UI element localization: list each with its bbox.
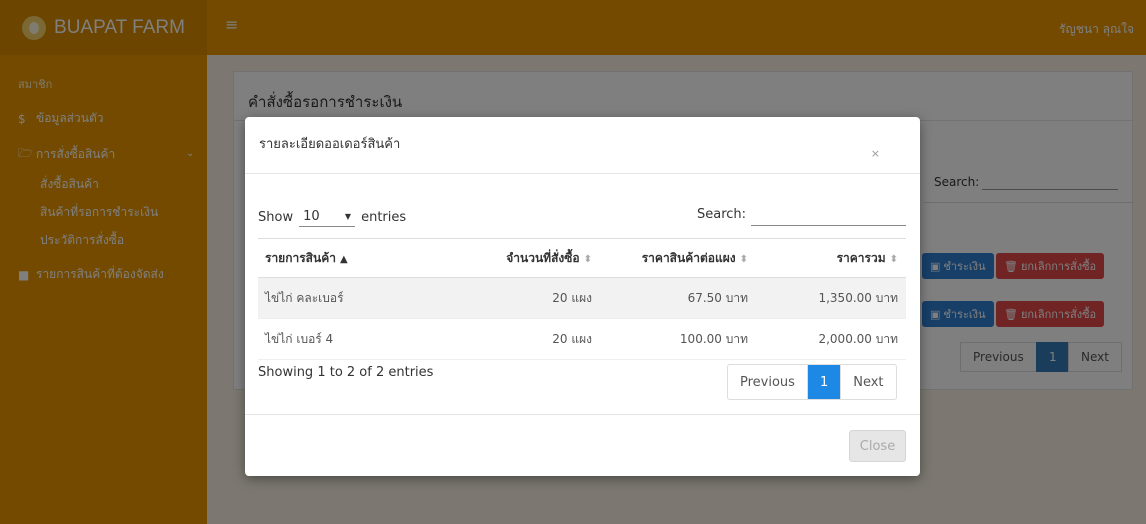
caret-down-icon: ▼ [344,212,352,221]
modal-footer: Close [245,414,920,476]
modal-title: รายละเอียดออเดอร์สินค้า [259,137,401,152]
cell-total: 1,350.00 บาท [818,290,898,305]
sort-icon: ⬍ [739,253,748,265]
cell-unit-price: 67.50 บาท [687,290,748,305]
cell-unit-price: 100.00 บาท [679,331,748,346]
order-detail-modal: รายละเอียดออเดอร์สินค้า × Show 10 ▼ entr… [245,117,920,476]
column-header-total[interactable]: ราคารวม ⬍ [756,249,906,268]
cell-quantity: 20 แผง [552,290,592,305]
sort-asc-icon: ▲ [339,253,348,265]
table-header: รายการสินค้า ▲ จำนวนที่สั่งซื้อ ⬍ ราคาสินค… [258,238,906,278]
sort-icon: ⬍ [889,253,898,265]
sort-icon: ⬍ [583,253,592,265]
table-row: ไข่ไก่ คละเบอร์ 20 แผง 67.50 บาท 1,350.0… [258,278,906,319]
modal-header: รายละเอียดออเดอร์สินค้า × [245,117,920,174]
pagination: Previous 1 Next [727,364,897,400]
entries-length-control: Show 10 ▼ entries [258,207,406,227]
column-header-unit-price[interactable]: ราคาสินค้าต่อแผง ⬍ [598,249,756,268]
next-page-button[interactable]: Next [841,365,895,399]
cell-product: ไข่ไก่ คละเบอร์ [265,290,344,305]
column-header-quantity[interactable]: จำนวนที่สั่งซื้อ ⬍ [448,249,598,268]
entries-select[interactable]: 10 ▼ [299,207,356,227]
search-input[interactable] [751,225,906,226]
cell-quantity: 20 แผง [552,331,592,346]
column-header-product[interactable]: รายการสินค้า ▲ [258,249,448,268]
page-1-button[interactable]: 1 [807,365,842,399]
table-row: ไข่ไก่ เบอร์ 4 20 แผง 100.00 บาท 2,000.0… [258,319,906,360]
cell-total: 2,000.00 บาท [818,331,898,346]
close-icon[interactable]: × [871,147,880,160]
table-info: Showing 1 to 2 of 2 entries [258,365,434,380]
previous-page-button[interactable]: Previous [728,365,808,399]
cell-product: ไข่ไก่ เบอร์ 4 [265,331,334,346]
close-button[interactable]: Close [849,430,906,462]
order-items-table: รายการสินค้า ▲ จำนวนที่สั่งซื้อ ⬍ ราคาสินค… [258,238,906,360]
search-label: Search: [697,207,747,222]
